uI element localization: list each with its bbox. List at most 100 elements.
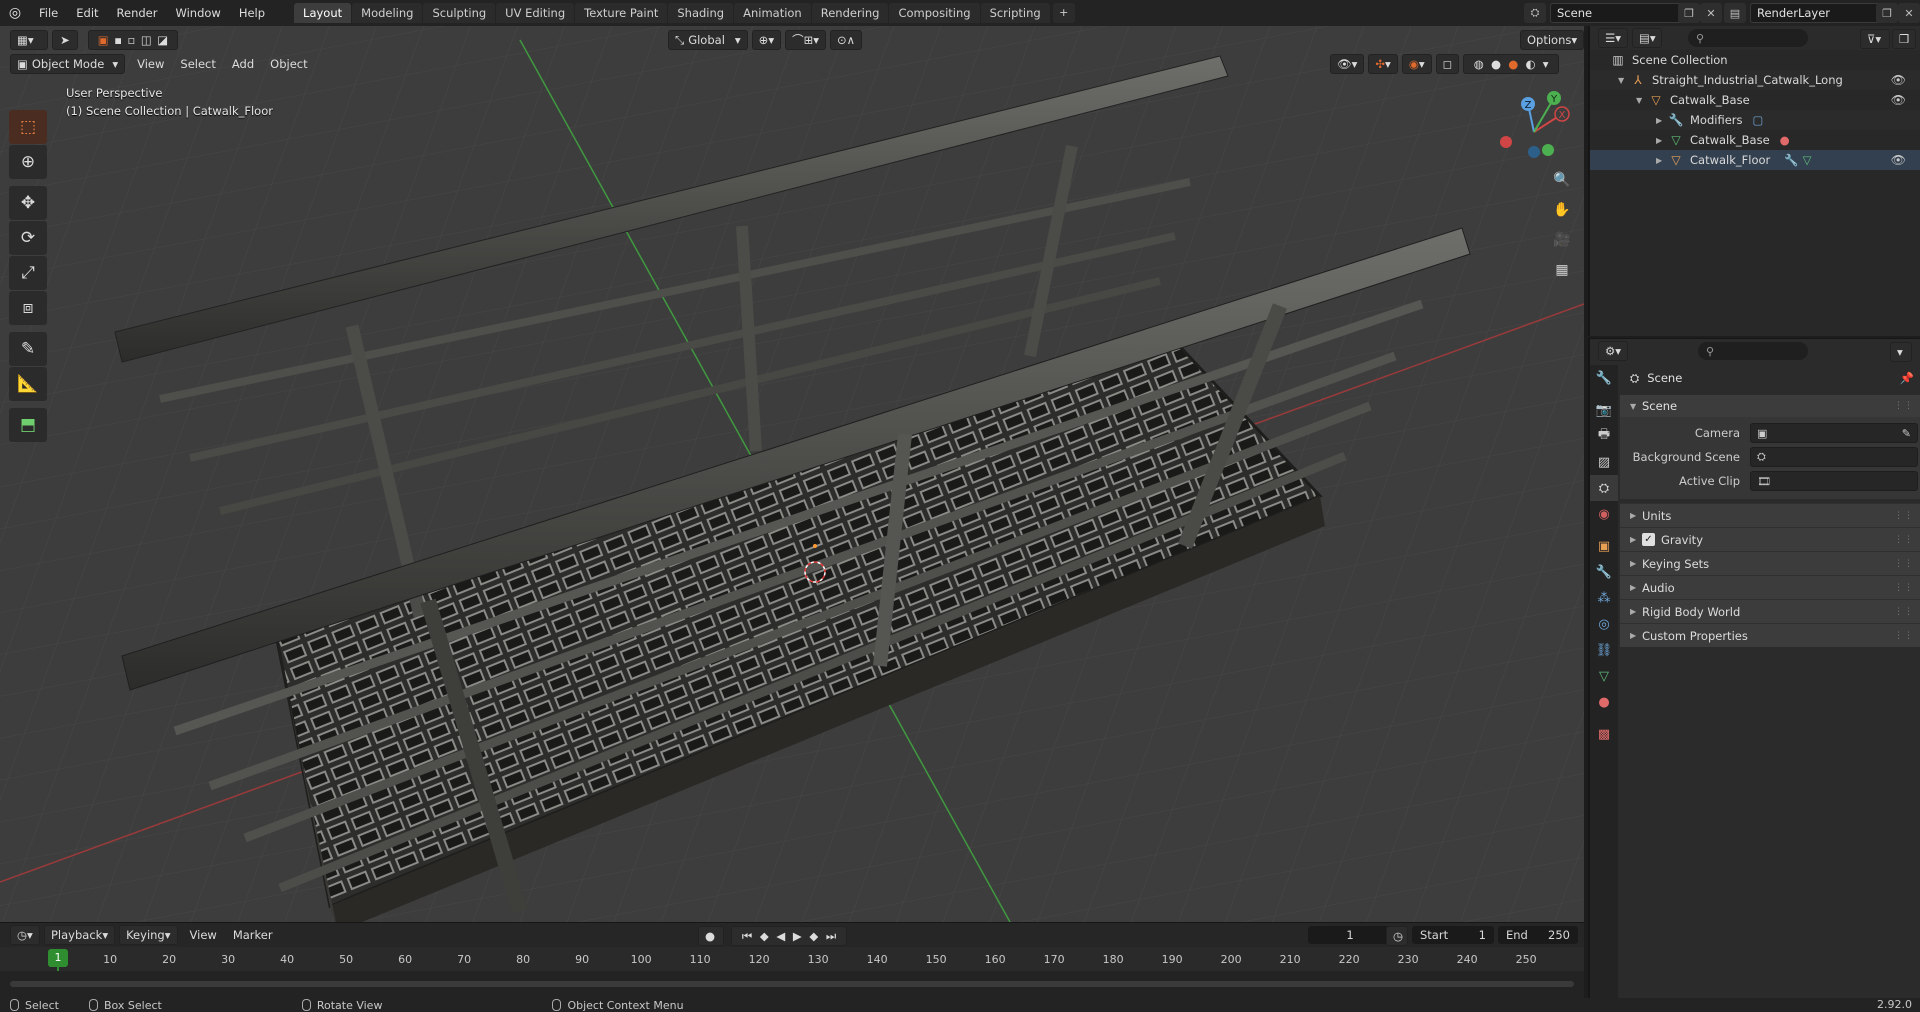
timeline-menu-marker[interactable]: Marker	[225, 928, 281, 942]
snap-dropdown[interactable]: ⌒ ⊞▾	[785, 30, 827, 50]
expand-triangle-icon[interactable]: ▼	[1636, 96, 1648, 105]
scene-tab-icon[interactable]: ⛭	[1590, 475, 1618, 501]
drag-handle-icon[interactable]: ⋮⋮	[1894, 535, 1914, 545]
measure-tool-icon[interactable]: 📐	[9, 367, 47, 401]
outliner-row-catwalk-floor[interactable]: ▶ ▽ Catwalk_Floor 🔧 ▽ 👁	[1590, 150, 1920, 170]
display-mode-icon[interactable]: ▤▾	[1632, 28, 1662, 48]
add-workspace-button[interactable]: +	[1052, 3, 1075, 23]
blender-logo-icon[interactable]: ◎	[0, 0, 30, 26]
tab-shading[interactable]: Shading	[668, 3, 734, 23]
tab-layout[interactable]: Layout	[294, 3, 352, 23]
timeline-track[interactable]	[0, 971, 1584, 999]
pan-hand-icon[interactable]: ✋	[1548, 196, 1576, 224]
prev-keyframe-icon[interactable]: ◆	[760, 929, 769, 943]
gravity-checkbox[interactable]: ✓	[1642, 533, 1655, 546]
transform-tool-icon[interactable]: ⧈	[9, 291, 47, 325]
properties-search-input[interactable]: ⚲	[1698, 342, 1808, 360]
select-tool-icon[interactable]: ➤	[52, 30, 78, 50]
tab-compositing[interactable]: Compositing	[889, 3, 980, 23]
expand-triangle-icon[interactable]: ▶	[1656, 116, 1668, 125]
select-new-icon[interactable]: ▣	[98, 33, 109, 47]
drag-handle-icon[interactable]: ⋮⋮	[1894, 559, 1914, 569]
jump-end-icon[interactable]: ⏭	[826, 929, 836, 944]
select-box-tool-icon[interactable]: ⬚	[9, 110, 47, 144]
play-reverse-icon[interactable]: ◀	[776, 929, 785, 943]
render-tab-icon[interactable]: 📷	[1590, 397, 1618, 423]
select-subtract-icon[interactable]: ▫	[128, 33, 136, 47]
menu-help[interactable]: Help	[230, 0, 274, 26]
select-mode-buttons[interactable]: ▣ ▪ ▫ ◫ ◪	[88, 30, 178, 50]
rigid-body-world-panel-header[interactable]: ▶ Rigid Body World ⋮⋮	[1620, 599, 1920, 623]
expand-triangle-icon[interactable]: ▶	[1656, 156, 1668, 165]
physics-tab-icon[interactable]: ◎	[1590, 611, 1618, 637]
timeline-scrollbar[interactable]	[10, 981, 1574, 987]
eye-icon[interactable]: 👁	[1891, 153, 1906, 167]
tool-tab-icon[interactable]: 🔧	[1590, 365, 1618, 391]
drag-handle-icon[interactable]: ⋮⋮	[1894, 583, 1914, 593]
3d-viewport[interactable]: ▦ ▾ ➤ ▣ ▪ ▫ ◫ ◪ ⤡ Global ▾ ⊕ ▾ ⌒ ⊞▾ ⊙ ∧ Options …	[0, 26, 1584, 922]
expand-triangle-icon[interactable]: ▼	[1618, 76, 1630, 85]
scene-name-field[interactable]: Scene	[1550, 3, 1684, 23]
play-icon[interactable]: ▶	[793, 929, 802, 943]
options-dropdown[interactable]: Options ▾	[1520, 30, 1584, 50]
outliner-search-input[interactable]: ⚲	[1688, 29, 1808, 47]
move-tool-icon[interactable]: ✥	[9, 186, 47, 220]
outliner-row-catwalk-base-mesh[interactable]: ▶ ▽ Catwalk_Base ●	[1590, 130, 1920, 150]
preview-range-icon[interactable]: ◷	[1386, 926, 1408, 946]
annotate-tool-icon[interactable]: ✎	[9, 332, 47, 366]
visibility-dropdown[interactable]: 👁 ▾	[1330, 54, 1365, 74]
camera-view-icon[interactable]: 🎥	[1548, 226, 1576, 254]
expand-triangle-icon[interactable]: ▶	[1656, 136, 1668, 145]
menu-window[interactable]: Window	[166, 0, 229, 26]
menu-view[interactable]: View	[129, 57, 172, 71]
shading-mode-buttons[interactable]: ◍ ● ● ◐ ▾	[1463, 54, 1560, 74]
material-shading-icon[interactable]: ●	[1508, 57, 1518, 71]
menu-render[interactable]: Render	[108, 0, 167, 26]
drag-handle-icon[interactable]: ⋮⋮	[1894, 401, 1914, 411]
menu-select[interactable]: Select	[172, 57, 223, 71]
delete-scene-icon[interactable]: ✕	[1700, 3, 1722, 23]
rendered-shading-icon[interactable]: ◐	[1526, 57, 1536, 71]
tab-uv-editing[interactable]: UV Editing	[496, 3, 575, 23]
current-frame-field[interactable]: 1	[1308, 926, 1392, 944]
new-collection-icon[interactable]: ❐	[1892, 29, 1916, 49]
add-cube-tool-icon[interactable]: ⬒	[9, 408, 47, 442]
zoom-icon[interactable]: 🔍	[1548, 166, 1576, 194]
drag-handle-icon[interactable]: ⋮⋮	[1894, 631, 1914, 641]
perspective-toggle-icon[interactable]: ▦	[1548, 256, 1576, 284]
scene-selector-icon[interactable]: ⛭	[1524, 3, 1546, 23]
units-panel-header[interactable]: ▶ Units ⋮⋮	[1620, 503, 1920, 527]
keying-sets-panel-header[interactable]: ▶ Keying Sets ⋮⋮	[1620, 551, 1920, 575]
world-tab-icon[interactable]: ◉	[1590, 501, 1618, 527]
record-keyframe-icon[interactable]: ●	[698, 926, 724, 946]
audio-panel-header[interactable]: ▶ Audio ⋮⋮	[1620, 575, 1920, 599]
gravity-panel-header[interactable]: ▶ ✓ Gravity ⋮⋮	[1620, 527, 1920, 551]
gizmo-toggle[interactable]: ✣ ▾	[1368, 54, 1398, 74]
timeline-ruler[interactable]: 10 20 30 40 50 60 70 80 90 100 110 120 130 140 150 160 1…	[0, 949, 1584, 971]
cursor-tool-icon[interactable]: ⊕	[9, 145, 47, 179]
outliner-row-scene-collection[interactable]: ▥ Scene Collection	[1590, 50, 1920, 70]
outliner-row-modifiers[interactable]: ▶ 🔧 Modifiers ▢	[1590, 110, 1920, 130]
select-intersect-icon[interactable]: ◪	[157, 33, 168, 47]
material-tab-icon[interactable]: ●	[1590, 689, 1618, 715]
menu-object[interactable]: Object	[262, 57, 315, 71]
transform-orientation-dropdown[interactable]: ⤡ Global ▾	[668, 30, 748, 50]
solid-shading-icon[interactable]: ●	[1491, 57, 1501, 71]
next-keyframe-icon[interactable]: ◆	[809, 929, 818, 943]
tab-modeling[interactable]: Modeling	[352, 3, 423, 23]
menu-add[interactable]: Add	[224, 57, 262, 71]
drag-handle-icon[interactable]: ⋮⋮	[1894, 511, 1914, 521]
chevron-down-icon[interactable]: ▾	[1543, 57, 1549, 71]
camera-field[interactable]: ▣ ✎	[1750, 423, 1918, 443]
timeline-menu-view[interactable]: View	[182, 928, 225, 942]
drag-handle-icon[interactable]: ⋮⋮	[1894, 607, 1914, 617]
tab-animation[interactable]: Animation	[734, 3, 811, 23]
delete-view-layer-icon[interactable]: ✕	[1898, 3, 1920, 23]
view-layer-field[interactable]: RenderLayer	[1750, 3, 1884, 23]
pivot-point-dropdown[interactable]: ⊕ ▾	[751, 30, 782, 50]
start-frame-field[interactable]: Start 1	[1412, 926, 1494, 944]
menu-edit[interactable]: Edit	[67, 0, 107, 26]
proportional-editing-dropdown[interactable]: ⊙ ∧	[830, 30, 863, 50]
mode-dropdown[interactable]: ▣ Object Mode ▾	[10, 54, 126, 74]
scene-panel-header[interactable]: ▼ Scene ⋮⋮	[1620, 395, 1920, 417]
